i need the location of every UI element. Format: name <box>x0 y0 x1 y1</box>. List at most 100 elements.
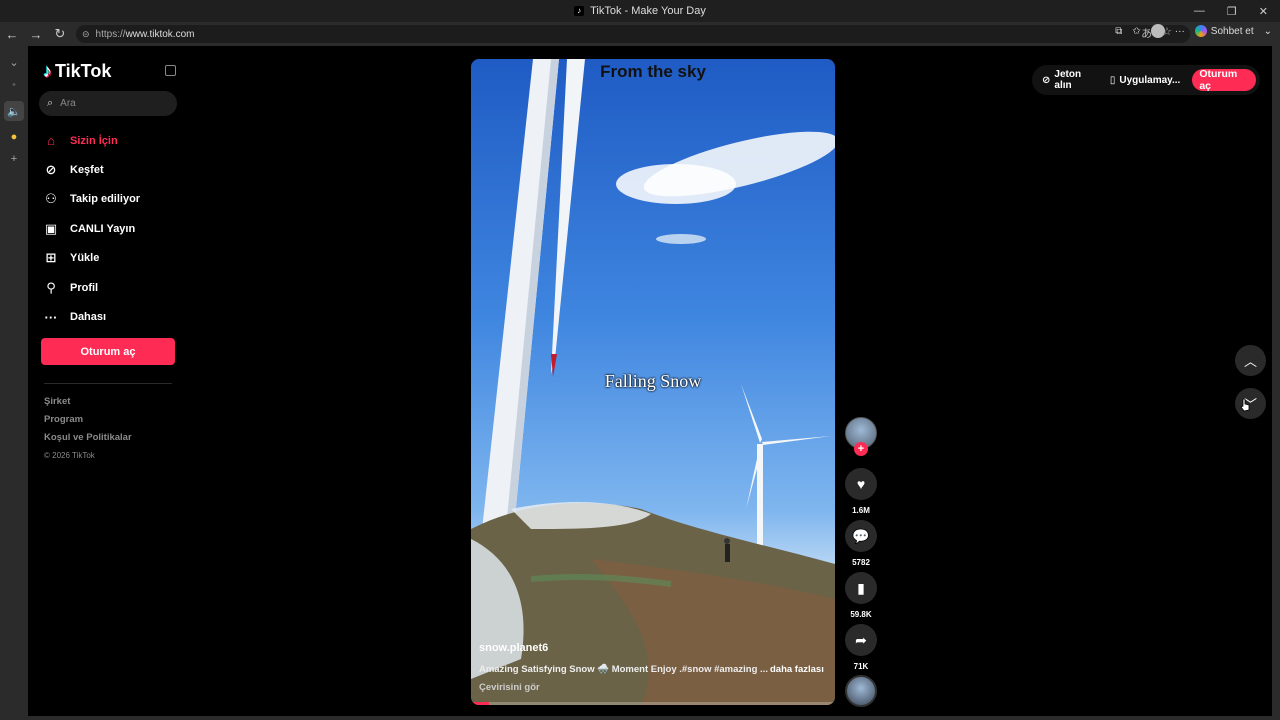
url-host: www.tiktok.com <box>125 28 195 40</box>
like-action[interactable]: ♥ 1.6M <box>845 468 877 515</box>
sidebar-item-more[interactable]: ··· Dahası <box>43 302 140 331</box>
address-bar[interactable]: ⊝ https://www.tiktok.com <box>76 25 1190 43</box>
comment-action[interactable]: 💬 5782 <box>845 520 877 567</box>
browser-side-panel: ⌄ • 🔈 ● + <box>0 46 28 720</box>
get-app-label: Uygulamay... <box>1119 74 1181 86</box>
save-count: 59.8K <box>850 610 872 619</box>
collections-icon[interactable]: ✩ <box>1132 26 1140 37</box>
forward-arrow-icon[interactable]: → <box>24 22 48 46</box>
compass-icon: ⊘ <box>45 162 57 178</box>
sidebar-item-label: Keşfet <box>70 164 104 177</box>
video-progress-fill <box>471 702 490 705</box>
browser-toolbar: ← → ↻ ⊝ https://www.tiktok.com あ ☆ ⧉ ✩ ·… <box>0 22 1280 46</box>
description-more-link[interactable]: daha fazlası <box>770 664 824 675</box>
profile-avatar-icon[interactable] <box>1150 24 1165 38</box>
tiktok-logo[interactable]: ♪ TikTok <box>43 61 111 82</box>
get-coins-label: Jeton alın <box>1054 69 1082 91</box>
hand-cursor-icon <box>1240 398 1250 412</box>
upload-plus-icon: ⊞ <box>45 250 57 266</box>
search-icon: ⌕ <box>47 97 54 109</box>
add-icon[interactable]: + <box>11 153 17 165</box>
person-icon: ⚲ <box>46 279 56 295</box>
tiktok-sidebar: ♪ TikTok ⌕ Ara ⌂ Sizin İçin ⊘ Keşfet ⚇ T… <box>28 46 188 716</box>
music-disc-avatar[interactable] <box>845 675 877 707</box>
chevron-up-icon: ︿ <box>1243 354 1257 369</box>
footer-company-link[interactable]: Şirket <box>44 393 132 411</box>
video-player[interactable]: From the sky Falling Snow snow.planet6 A… <box>471 59 835 705</box>
home-icon: ⌂ <box>47 133 55 149</box>
see-translation-link[interactable]: Çevirisini gör <box>479 682 540 693</box>
sidebar-item-for-you[interactable]: ⌂ Sizin İçin <box>43 126 140 155</box>
copilot-icon <box>1194 25 1207 37</box>
speaker-icon[interactable]: 🔈 <box>4 101 24 121</box>
footer-terms-link[interactable]: Koşul ve Politikalar <box>44 429 132 447</box>
sidebar-item-explore[interactable]: ⊘ Keşfet <box>43 155 140 184</box>
sidebar-dot-icon: • <box>12 79 16 91</box>
search-input[interactable]: ⌕ Ara <box>39 91 177 116</box>
extensions-icon[interactable]: ⧉ <box>1115 26 1122 37</box>
sidebar-item-label: Sizin İçin <box>70 134 118 147</box>
user-follow-icon: ⚇ <box>45 191 57 207</box>
top-login-button[interactable]: Oturum aç <box>1192 68 1256 92</box>
phone-icon: ▯ <box>1109 74 1116 86</box>
tiktok-note-icon: ♪ <box>43 61 52 81</box>
sidebar-item-label: Profil <box>70 281 99 294</box>
save-action[interactable]: ▮ 59.8K <box>845 572 877 619</box>
video-username[interactable]: snow.planet6 <box>479 642 548 654</box>
restore-icon[interactable]: ❐ <box>1227 5 1237 18</box>
collapse-sidebar-icon[interactable] <box>165 65 176 76</box>
window-title: ♪ TikTok - Make Your Day <box>574 5 706 17</box>
footer-copyright: © 2026 TikTok <box>44 451 95 460</box>
share-count: 71K <box>853 662 869 671</box>
sidebar-item-label: Dahası <box>70 311 107 324</box>
minimize-icon[interactable]: — <box>1194 5 1205 17</box>
footer-program-link[interactable]: Program <box>44 411 132 429</box>
chevron-down-icon[interactable]: ⌄ <box>1264 26 1272 37</box>
tiktok-favicon-icon: ♪ <box>574 6 585 16</box>
sidebar-item-upload[interactable]: ⊞ Yükle <box>43 244 140 273</box>
sidebar-nav: ⌂ Sizin İçin ⊘ Keşfet ⚇ Takip ediliyor ▣… <box>43 126 141 332</box>
get-coins-button[interactable]: ⊘ Jeton alın <box>1042 69 1098 91</box>
sidebar-footer: Şirket Program Koşul ve Politikalar © 20… <box>44 393 132 465</box>
reload-icon[interactable]: ↻ <box>48 22 72 46</box>
heart-icon[interactable]: ♥ <box>845 468 877 500</box>
comment-icon[interactable]: 💬 <box>845 520 877 552</box>
url-scheme: https:// <box>95 28 126 40</box>
more-dots-icon: ··· <box>44 309 58 325</box>
window-title-text: TikTok - Make Your Day <box>590 5 706 17</box>
window-controls: — ❐ ✕ <box>1194 0 1274 22</box>
sidebar-item-label: Yükle <box>70 252 100 265</box>
comment-count: 5782 <box>852 558 870 567</box>
bookmark-icon[interactable]: ▮ <box>845 572 877 604</box>
sidebar-login-button[interactable]: Oturum aç <box>41 338 175 365</box>
search-placeholder: Ara <box>60 98 76 109</box>
sidebar-item-live[interactable]: ▣ CANLI Yayın <box>43 214 140 243</box>
share-action[interactable]: ➦ 71K <box>845 624 877 671</box>
video-caption-top: From the sky <box>600 62 706 81</box>
sidebar-item-profile[interactable]: ⚲ Profil <box>43 273 140 302</box>
copilot-label: Sohbet et <box>1210 25 1254 37</box>
sidebar-item-label: Takip ediliyor <box>70 193 141 206</box>
lock-icon: ⊝ <box>82 28 90 39</box>
browser-bottom-edge <box>0 716 1280 720</box>
window-titlebar: ♪ TikTok - Make Your Day — ❐ ✕ <box>0 0 1280 22</box>
follow-plus-icon[interactable]: + <box>854 442 868 456</box>
back-arrow-icon[interactable]: ← <box>0 22 24 46</box>
copilot-button[interactable]: Sohbet et <box>1194 25 1254 37</box>
like-count: 1.6M <box>852 506 870 515</box>
video-progress-bar[interactable] <box>471 702 835 705</box>
chevron-down-icon[interactable]: ⌄ <box>9 56 18 69</box>
get-app-button[interactable]: ▯ Uygulamay... <box>1110 75 1180 86</box>
chrome-app-icon[interactable]: ● <box>11 131 18 143</box>
browser-right-edge <box>1272 46 1280 720</box>
close-icon[interactable]: ✕ <box>1259 5 1268 18</box>
top-right-actions: ⊘ Jeton alın ▯ Uygulamay... Oturum aç <box>1032 65 1260 95</box>
sidebar-item-following[interactable]: ⚇ Takip ediliyor <box>43 185 140 214</box>
browser-menu-icon[interactable]: ··· <box>1175 26 1185 37</box>
live-tv-icon: ▣ <box>44 220 58 236</box>
previous-video-button[interactable]: ︿ <box>1235 345 1266 376</box>
video-description: Amazing Satisfying Snow 🌨️ Moment Enjoy … <box>479 664 768 675</box>
browser-tools: ⧉ ✩ ··· Sohbet et ⌄ <box>1115 24 1272 38</box>
share-arrow-icon[interactable]: ➦ <box>845 624 877 656</box>
video-caption-center: Falling Snow <box>604 371 702 391</box>
